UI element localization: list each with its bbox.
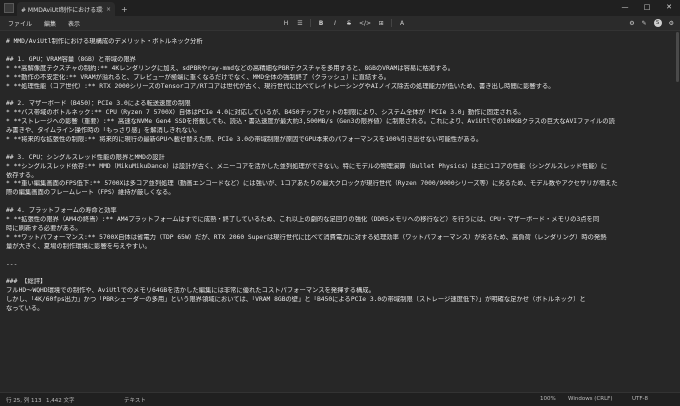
right-tools: ⚙ ✎ S ⚙ [629,16,674,30]
text-line: * **シングルスレッド依存:** MMD（MikuMikuDance）は設計が… [6,162,608,170]
strikethrough-icon[interactable]: S [345,20,353,27]
text-line: ## 2. マザーボード（B450）：PCIe 3.0による転送速度の制限 [6,100,191,108]
bold-icon[interactable]: B [317,20,325,27]
text-line [6,91,674,100]
table-icon[interactable]: ⊞ [377,20,385,27]
settings-gear-icon[interactable]: ⚙ [669,20,674,27]
text-line: * **バス帯域のボトルネック:** CPU（Ryzen 7 5700X）自体は… [6,109,525,117]
toolbar-divider [391,19,393,27]
character-count: 1,442 文字 [46,398,75,404]
tab-title: # MMDAviUtl制作における環境構成 [21,6,103,14]
text-line [6,47,674,56]
edit-icon[interactable]: ✎ [642,20,647,27]
toolbar-divider [310,19,311,27]
new-tab-icon[interactable]: + [121,5,128,14]
text-line: * **動作の不安定化:** VRAMが溢れると、プレビューが極端に重くなるだけ… [6,73,391,81]
menu-bar: ファイル 編集 表示 H ☰ B I S </> ⊞ A ⚙ ✎ S ⚙ [0,16,680,30]
encoding[interactable]: UTF-8 [632,396,648,402]
code-icon[interactable]: </> [359,20,371,27]
notepad-app-icon [4,3,14,13]
text-line: * **処理性能（コア世代）:** RTX 2000シリーズのTensorコア/… [6,82,555,90]
maximize-icon[interactable]: □ [636,0,658,14]
text-line: * **ストレージへの影響（重要）:** 高速なNVMe Gen4 SSDを搭載… [6,118,615,126]
text-line: フルHD～WQHD環境での制作や、AviUtlでのメモリ64GBを活かした編集に… [6,287,375,295]
text-line: --- [6,260,18,268]
text-line [6,269,674,278]
formatting-toolbar: H ☰ B I S </> ⊞ A [282,16,406,30]
heading-icon[interactable]: H [282,20,290,27]
vertical-scrollbar[interactable] [676,32,679,82]
text-line [6,198,674,207]
text-line: ## 4. プラットフォームの寿命と効率 [6,207,117,215]
list-icon[interactable]: ☰ [296,20,304,27]
text-line [6,145,674,154]
italic-icon[interactable]: I [331,20,339,27]
text-line: * **高解像度テクスチャの制約:** 4Kレンダリングに加え、sdPBRやra… [6,64,454,72]
line-ending[interactable]: Windows (CRLF) [568,396,612,402]
cursor-position: 行 25, 列 113 [6,398,42,404]
menu-view[interactable]: 表示 [68,19,80,28]
tab-document[interactable]: # MMDAviUtl制作における環境構成 × [17,2,115,16]
status-bar: 行 25, 列 113 1,442 文字 テキスト 100% Windows (… [0,392,680,406]
close-window-icon[interactable]: ✕ [658,0,680,14]
window-controls: — □ ✕ [614,0,680,14]
clear-format-icon[interactable]: A [398,20,406,27]
text-line: * **拡張性の限界（AM4の終焉）:** AM4プラットフォームはすでに成熟・… [6,216,600,224]
menu-file[interactable]: ファイル [8,19,32,28]
text-line: ### 【総評】 [6,278,47,286]
format-indicator[interactable]: テキスト [124,396,146,404]
text-line: # MMD/AviUtl制作における現構成のデメリット・ボトルネック分析 [6,38,203,45]
text-line: 時に刷新する必要がある。 [6,224,82,232]
zoom-level[interactable]: 100% [540,396,556,402]
text-line [6,252,674,261]
copilot-icon[interactable]: ⚙ [629,20,634,27]
title-bar: # MMDAviUtl制作における環境構成 × + — □ ✕ [0,0,680,16]
text-line: * **ワットパフォーマンス:** 5700X自体は省電力（TDP 65W）だが… [6,233,607,241]
avatar[interactable]: S [653,19,662,27]
text-line: なっている。 [6,305,44,313]
text-line: * **重い編集画面のFPS低下:** 5700Xは多コア並列処理（動画エンコー… [6,180,618,188]
text-line: 依存する。 [6,171,38,179]
tab-close-icon[interactable]: × [106,6,111,13]
text-line: ## 1. GPU：VRAM容量（8GB）と帯域の限界 [6,55,136,63]
text-line: 量が大きく、夏場の制作環境に影響を与えやすい。 [6,242,151,250]
text-line: しかし、「4K/60fps出力」かつ「PBRシェーダーの多用」という限界領域にお… [6,296,586,304]
text-editor[interactable]: # MMD/AviUtl制作における現構成のデメリット・ボトルネック分析 ## 1… [0,30,680,392]
minimize-icon[interactable]: — [614,0,636,14]
text-line: み書きや、タイムライン操作時の「もっさり感」を解消しきれない。 [6,127,201,135]
text-line: 際の編集画面のフレームレート（FPS）維持が厳しくなる。 [6,189,175,197]
menu-edit[interactable]: 編集 [44,19,56,28]
text-line: * **将来的な拡張性の制限:** 将来的に現行の最新GPUへ載せ替えた際、PC… [6,135,483,143]
text-line: ## 3. CPU：シングルスレッド性能の限界とMMDの設計 [6,153,165,161]
